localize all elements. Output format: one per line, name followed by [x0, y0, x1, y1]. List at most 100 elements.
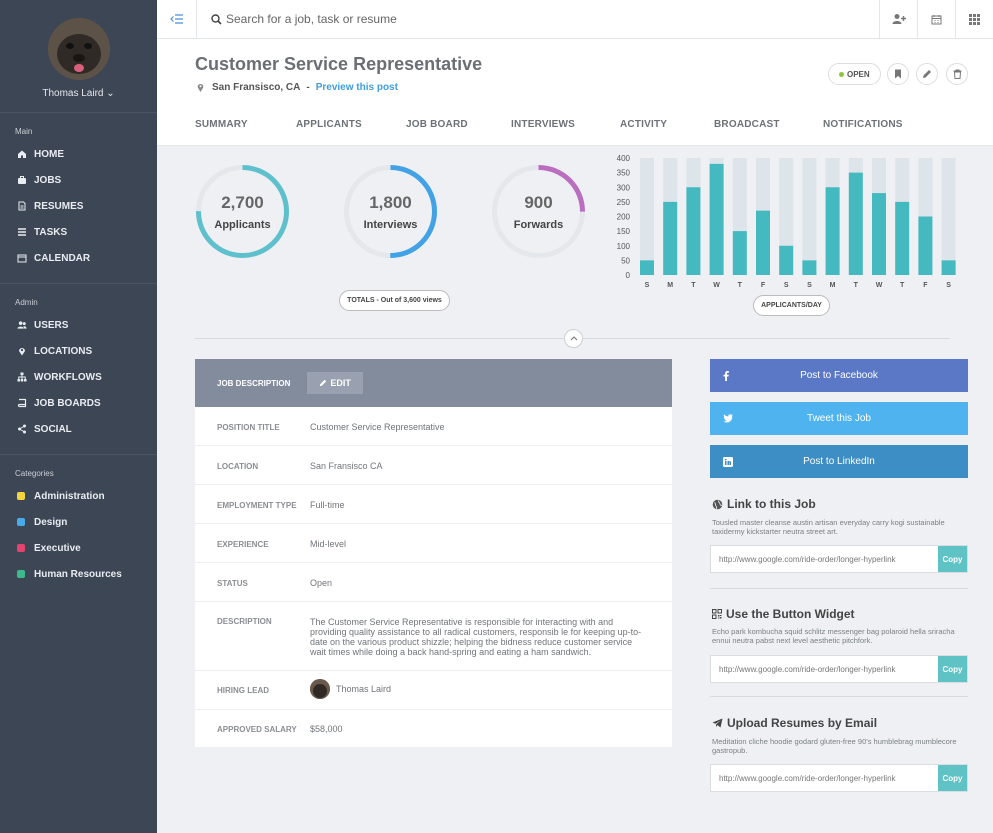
- tab-summary[interactable]: SUMMARY: [195, 119, 248, 130]
- sidebar-item-home[interactable]: HOME: [0, 141, 157, 167]
- widget-title: Use the Button Widget: [726, 607, 855, 621]
- stat-value: 900: [524, 192, 553, 212]
- pencil-icon: [319, 379, 327, 387]
- add-user-button[interactable]: [879, 0, 917, 39]
- stat-applicants: 2,700 Applicants: [194, 163, 291, 260]
- preview-post-link[interactable]: Preview this post: [316, 82, 398, 93]
- upload-resumes-heading: Upload Resumes by Email: [712, 716, 877, 730]
- bar[interactable]: [802, 260, 817, 275]
- delete-job-button[interactable]: [946, 63, 968, 85]
- job-description-table: POSITION TITLE Customer Service Represen…: [195, 407, 672, 747]
- x-tick-label: M: [830, 282, 836, 289]
- stat-applicants-text: 2,700 Applicants: [194, 163, 291, 260]
- edit-description-button[interactable]: EDIT: [307, 372, 363, 394]
- category-design[interactable]: Design: [0, 509, 157, 535]
- sidebar-item-tasks[interactable]: TASKS: [0, 219, 157, 245]
- users-icon: [17, 320, 27, 330]
- post-to-facebook-button[interactable]: Post to Facebook: [710, 359, 968, 392]
- list-icon: [17, 227, 27, 237]
- copy-link-button[interactable]: Copy: [938, 546, 967, 572]
- tab-job-board[interactable]: JOB BOARD: [406, 119, 468, 130]
- sidebar-item-job-boards[interactable]: JOB BOARDS: [0, 390, 157, 416]
- bar-chart-svg: 0 50 100 150 200 250 300 350 400 S M T W T F S S M T W T F S: [617, 154, 956, 289]
- x-tick-label: T: [854, 282, 859, 289]
- table-row-status: STATUS Open: [195, 563, 672, 602]
- tab-notifications[interactable]: NOTIFICATIONS: [823, 119, 903, 130]
- copy-widget-button[interactable]: Copy: [938, 656, 967, 682]
- status-label: OPEN: [847, 69, 870, 79]
- avatar[interactable]: [47, 18, 110, 80]
- bookmark-button[interactable]: [887, 63, 909, 85]
- book-icon: [17, 398, 27, 408]
- widget-divider: [710, 696, 968, 697]
- bar[interactable]: [732, 231, 747, 275]
- sidebar-item-label: USERS: [34, 319, 69, 331]
- y-tick-label: 400: [617, 154, 631, 163]
- bar[interactable]: [779, 245, 794, 275]
- avatar: [310, 679, 330, 699]
- tab-broadcast[interactable]: BROADCAST: [714, 119, 780, 130]
- bar[interactable]: [918, 216, 933, 276]
- apps-grid-button[interactable]: [955, 0, 993, 39]
- sidebar-item-calendar[interactable]: CALENDAR: [0, 245, 157, 271]
- sidebar-toggle-button[interactable]: [157, 0, 197, 39]
- facebook-icon: [723, 370, 729, 381]
- upload-email-url[interactable]: http://www.google.com/ride-order/longer-…: [719, 774, 896, 783]
- search-input[interactable]: Search for a job, task or resume: [226, 12, 397, 26]
- sidebar-item-workflows[interactable]: WORKFLOWS: [0, 364, 157, 390]
- button-widget-field[interactable]: http://www.google.com/ride-order/longer-…: [710, 655, 968, 683]
- edit-job-button[interactable]: [916, 63, 938, 85]
- tab-applicants[interactable]: APPLICANTS: [296, 119, 362, 130]
- bar[interactable]: [640, 260, 654, 275]
- x-tick-label: M: [667, 282, 673, 289]
- widget-description: Tousled master cleanse austin artisan ev…: [712, 518, 945, 536]
- sidebar-item-label: SOCIAL: [34, 423, 72, 435]
- sidebar-item-resumes[interactable]: RESUMES: [0, 193, 157, 219]
- upload-email-field[interactable]: http://www.google.com/ride-order/longer-…: [710, 764, 968, 792]
- sidebar-item-social[interactable]: SOCIAL: [0, 416, 157, 442]
- hiring-lead-value[interactable]: Thomas Laird: [310, 679, 391, 699]
- job-header: Customer Service Representative San Fran…: [157, 39, 993, 146]
- sidebar-item-locations[interactable]: LOCATIONS: [0, 338, 157, 364]
- tab-interviews[interactable]: INTERVIEWS: [511, 119, 575, 130]
- bar[interactable]: [756, 210, 770, 275]
- calendar-button[interactable]: [917, 0, 955, 39]
- job-link-url[interactable]: http://www.google.com/ride-order/longer-…: [719, 555, 896, 564]
- search-bar[interactable]: Search for a job, task or resume: [197, 12, 879, 26]
- collapse-stats-button[interactable]: [564, 329, 583, 348]
- sidebar-item-label: TASKS: [34, 226, 68, 238]
- widget-description: Meditation cliche hoodie godard gluten-f…: [712, 737, 957, 755]
- tab-activity[interactable]: ACTIVITY: [620, 119, 667, 130]
- bar[interactable]: [686, 187, 701, 275]
- x-tick-label: T: [738, 282, 743, 289]
- pencil-icon: [922, 69, 932, 79]
- profile-name[interactable]: Thomas Laird ⌄: [0, 88, 157, 99]
- copy-email-button[interactable]: Copy: [938, 765, 967, 791]
- bar[interactable]: [872, 193, 886, 275]
- y-tick-label: 150: [617, 227, 631, 236]
- sidebar-item-users[interactable]: USERS: [0, 312, 157, 338]
- search-icon: [211, 13, 222, 25]
- bar[interactable]: [825, 187, 840, 275]
- post-to-linkedin-button[interactable]: Post to LinkedIn: [710, 445, 968, 478]
- bar[interactable]: [709, 163, 724, 275]
- job-link-field[interactable]: http://www.google.com/ride-order/longer-…: [710, 545, 968, 573]
- trash-icon: [953, 69, 962, 79]
- button-widget-url[interactable]: http://www.google.com/ride-order/longer-…: [719, 665, 896, 674]
- category-executive[interactable]: Executive: [0, 535, 157, 561]
- bar[interactable]: [663, 201, 678, 275]
- row-label: EMPLOYMENT TYPE: [217, 501, 297, 510]
- category-administration[interactable]: Administration: [0, 483, 157, 509]
- bar[interactable]: [848, 172, 863, 275]
- status-badge[interactable]: OPEN: [828, 63, 881, 85]
- category-human-resources[interactable]: Human Resources: [0, 561, 157, 587]
- row-value: Full-time: [310, 500, 345, 510]
- bar[interactable]: [941, 260, 956, 275]
- section-label-categories: Categories: [15, 469, 54, 478]
- bar[interactable]: [895, 201, 910, 275]
- y-tick-label: 200: [617, 213, 631, 222]
- tweet-job-button[interactable]: Tweet this Job: [710, 402, 968, 435]
- nav-section-main: Main HOME JOBS RESUMES TASKS CALENDAR: [0, 113, 157, 284]
- sidebar-item-jobs[interactable]: JOBS: [0, 167, 157, 193]
- category-label: Design: [34, 516, 68, 528]
